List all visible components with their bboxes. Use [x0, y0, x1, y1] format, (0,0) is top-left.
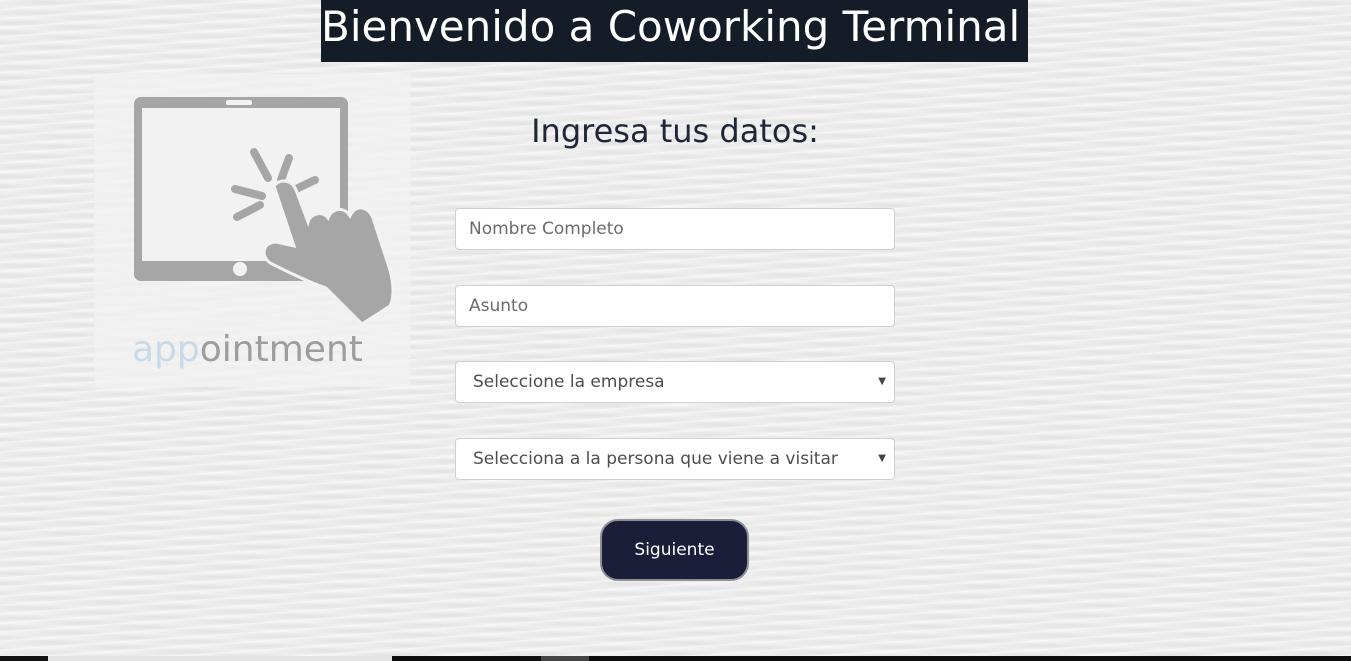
company-select-value: Seleccione la empresa [473, 372, 665, 392]
strip-segment [541, 656, 589, 661]
form-heading: Ingresa tus datos: [531, 112, 819, 150]
appointment-logo: appointment [94, 74, 411, 387]
page-title: Bienvenido a Coworking Terminal 1 [321, 0, 1028, 62]
logo-text-suffix: ointment [199, 329, 363, 370]
strip-segment [392, 656, 1351, 661]
logo-wordmark: appointment [132, 328, 363, 372]
chevron-down-icon: ▼ [878, 376, 886, 387]
bottom-strip [0, 656, 1351, 661]
strip-segment [0, 656, 48, 661]
subject-input[interactable] [455, 285, 895, 327]
next-button[interactable]: Siguiente [600, 519, 749, 581]
chevron-down-icon: ▼ [878, 453, 886, 464]
company-select[interactable]: Seleccione la empresa ▼ [455, 361, 895, 403]
host-person-select[interactable]: Selecciona a la persona que viene a visi… [455, 438, 895, 480]
strip-segment [48, 656, 392, 661]
host-person-select-value: Selecciona a la persona que viene a visi… [473, 449, 838, 469]
tablet-touch-icon [134, 97, 395, 326]
logo-text-prefix: app [132, 329, 200, 370]
full-name-input[interactable] [455, 208, 895, 250]
